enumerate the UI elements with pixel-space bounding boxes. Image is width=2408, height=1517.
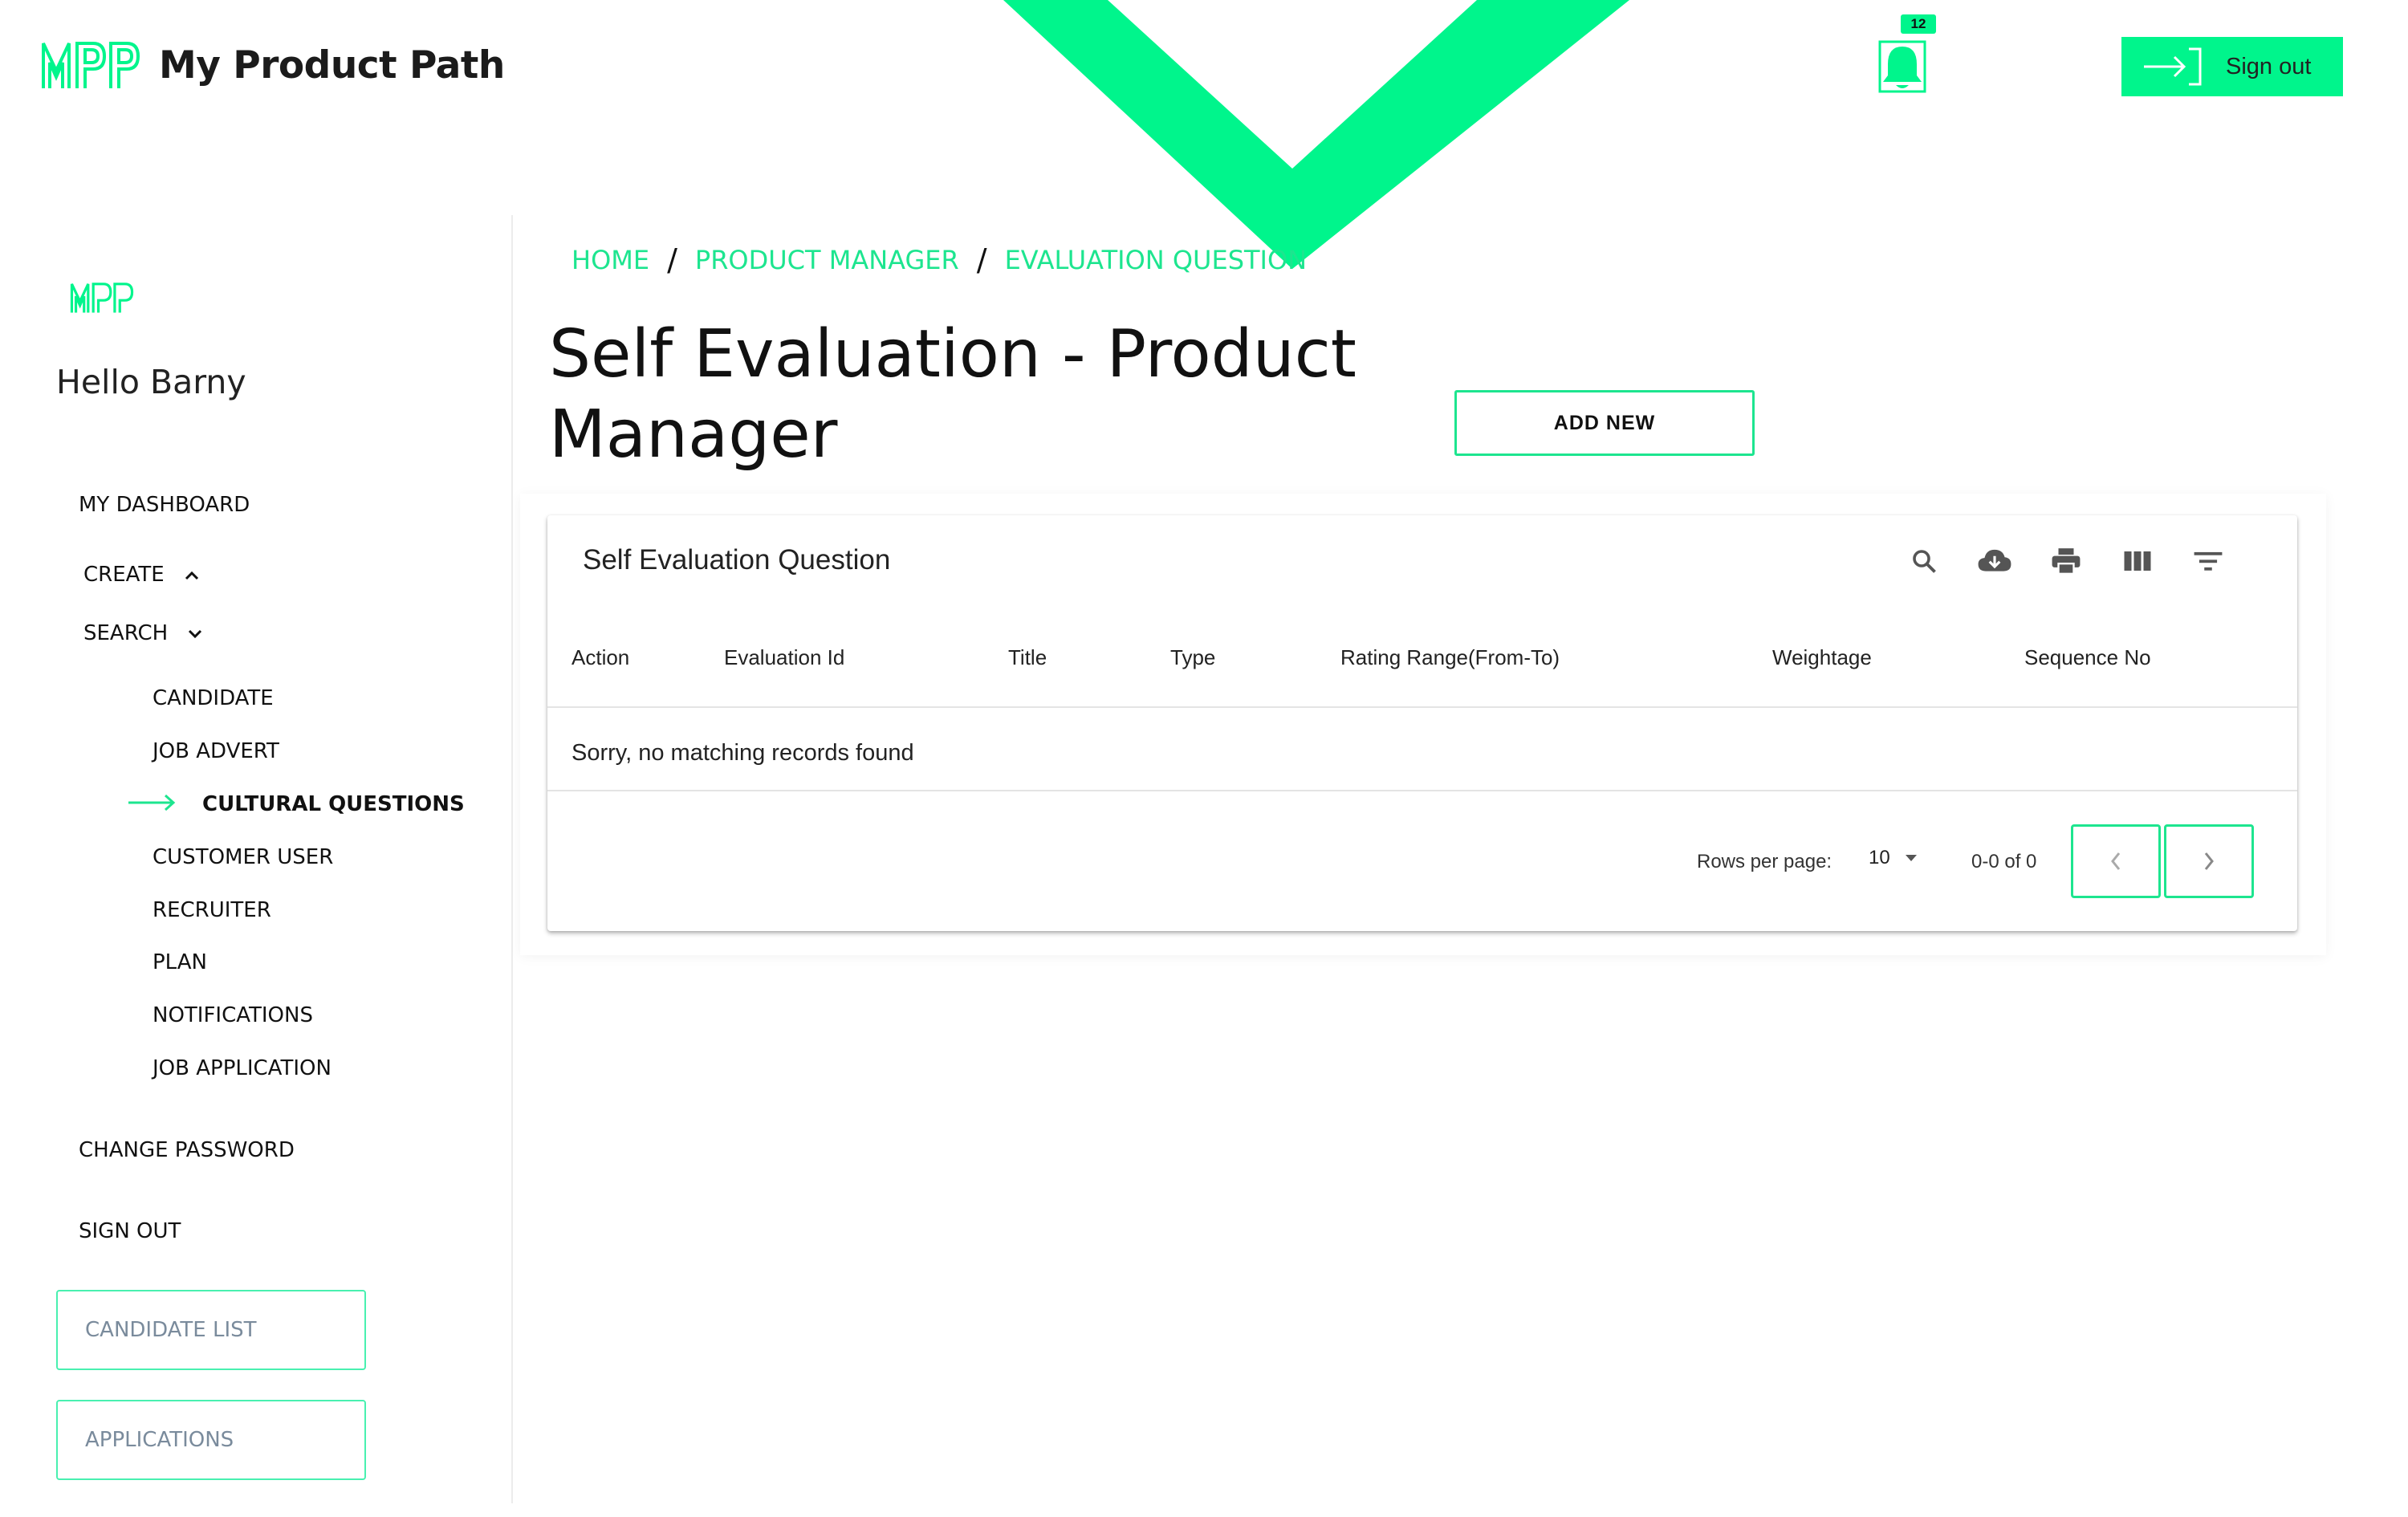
greeting: Hello Barny <box>56 363 246 401</box>
search-icon <box>1913 550 1936 573</box>
breadcrumb-separator: / <box>976 242 987 278</box>
filter-icon <box>2194 551 2223 571</box>
pagination-range: 0-0 of 0 <box>1971 851 2037 872</box>
sidebar-item-customer-user[interactable]: CUSTOMER USER <box>153 845 333 869</box>
dropdown-arrow-icon <box>1905 855 1917 861</box>
view-columns-button[interactable] <box>2116 539 2159 583</box>
filter-button[interactable] <box>2186 539 2230 583</box>
sidebar-item-job-application[interactable]: JOB APPLICATION <box>153 1056 332 1080</box>
sidebar-item-notifications[interactable]: NOTIFICATIONS <box>153 1003 313 1027</box>
nav-create-label: CREATE <box>83 563 165 587</box>
table-title: Self Evaluation Question <box>583 544 891 575</box>
sidebar-item-plan[interactable]: PLAN <box>153 950 207 974</box>
previous-page-button[interactable] <box>2071 824 2161 898</box>
column-header-title[interactable]: Title <box>1008 645 1047 670</box>
decorative-chevron-graphic <box>1003 0 1629 269</box>
notifications-button[interactable]: 12 <box>1877 14 1936 95</box>
sidebar-item-candidate[interactable]: CANDIDATE <box>153 686 274 710</box>
sidebar-item-cultural-questions[interactable]: CULTURAL QUESTIONS <box>202 792 465 816</box>
breadcrumb-separator: / <box>667 242 677 278</box>
candidate-list-button[interactable]: CANDIDATE LIST <box>56 1290 366 1370</box>
rows-per-page-value: 10 <box>1869 847 1890 868</box>
print-button[interactable] <box>2044 539 2088 583</box>
column-header-weightage[interactable]: Weightage <box>1772 645 1872 670</box>
column-header-evaluation-id[interactable]: Evaluation Id <box>724 645 844 670</box>
mpp-logo-icon <box>42 42 140 88</box>
nav-my-dashboard[interactable]: MY DASHBOARD <box>79 493 250 517</box>
brand[interactable]: My Product Path <box>40 39 505 92</box>
add-new-button[interactable]: ADD NEW <box>1454 390 1755 456</box>
footer-divider <box>547 790 2297 791</box>
breadcrumb: HOME / PRODUCT MANAGER / EVALUATION QUES… <box>571 242 1307 278</box>
page-title: Self Evaluation - Product Manager <box>549 316 1357 473</box>
brand-title: My Product Path <box>159 43 505 87</box>
chevron-up-icon <box>185 571 199 580</box>
notification-count-badge: 12 <box>1901 14 1936 34</box>
download-icon <box>1978 549 2011 571</box>
column-header-sequence-no[interactable]: Sequence No <box>2024 645 2151 670</box>
signout-button[interactable]: Sign out <box>2121 37 2343 96</box>
evaluation-table-card: Self Evaluation Question Action Evaluati… <box>547 515 2297 931</box>
empty-message: Sorry, no matching records found <box>571 740 914 766</box>
chevron-left-icon <box>2111 852 2121 870</box>
breadcrumb-product-manager[interactable]: PRODUCT MANAGER <box>695 245 959 275</box>
breadcrumb-evaluation-question[interactable]: EVALUATION QUESTION <box>1005 245 1308 275</box>
sign-in-arrow-icon <box>2144 47 2202 86</box>
nav-search[interactable]: SEARCH <box>83 621 203 645</box>
next-page-button[interactable] <box>2164 824 2254 898</box>
view-columns-icon <box>2124 551 2151 571</box>
nav-sign-out[interactable]: SIGN OUT <box>79 1219 181 1243</box>
sidebar-divider <box>511 215 513 1503</box>
sidebar-item-job-advert[interactable]: JOB ADVERT <box>153 739 279 763</box>
column-header-type[interactable]: Type <box>1170 645 1215 670</box>
sidebar-item-recruiter[interactable]: RECRUITER <box>153 898 271 922</box>
column-header-action[interactable]: Action <box>571 645 629 670</box>
breadcrumb-home[interactable]: HOME <box>571 245 649 275</box>
search-button[interactable] <box>1902 539 1946 583</box>
nav-create[interactable]: CREATE <box>83 563 200 587</box>
active-arrow-icon <box>128 794 176 811</box>
rows-per-page-select[interactable]: 10 <box>1869 847 1919 869</box>
nav-search-label: SEARCH <box>83 621 169 645</box>
chevron-right-icon <box>2204 852 2214 870</box>
column-header-rating-range[interactable]: Rating Range(From-To) <box>1340 645 1560 670</box>
rows-per-page-label: Rows per page: <box>1697 851 1832 872</box>
print-icon <box>2052 548 2081 575</box>
header-divider <box>547 706 2297 708</box>
applications-button[interactable]: APPLICATIONS <box>56 1400 366 1480</box>
signout-label: Sign out <box>2226 53 2312 79</box>
chevron-down-icon <box>189 629 202 638</box>
download-button[interactable] <box>1973 539 2016 583</box>
nav-change-password[interactable]: CHANGE PASSWORD <box>79 1138 295 1162</box>
sidebar-logo-icon <box>70 283 134 313</box>
